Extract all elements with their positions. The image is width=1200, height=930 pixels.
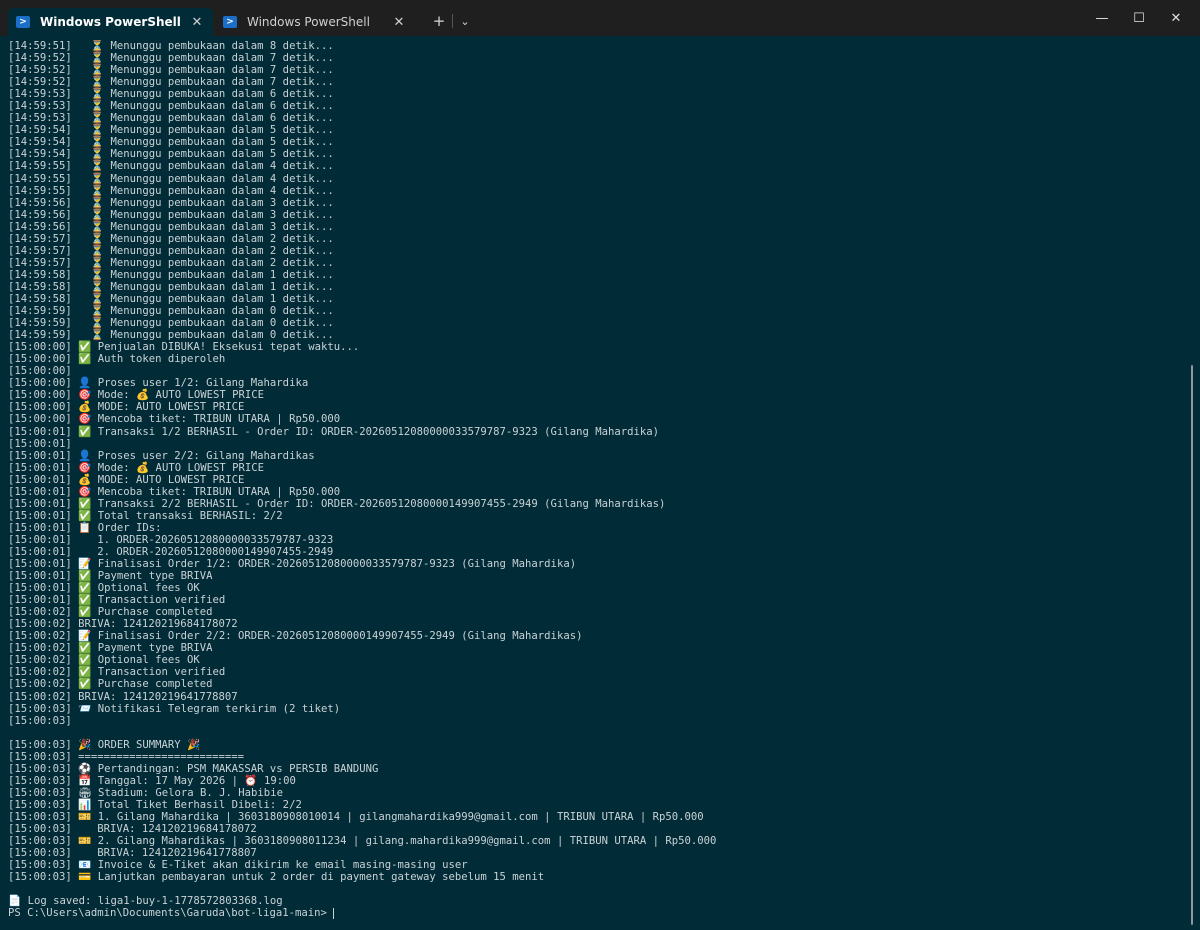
terminal-line: [15:00:01] ✅ Optional fees OK [8,582,200,595]
terminal-line: [15:00:01] 2. ORDER-20260512080000149907… [8,545,334,558]
terminal-line: [14:59:58] ⏳ Menunggu pembukaan dalam 1 … [8,268,334,281]
close-window-button[interactable]: ✕ [1153,0,1199,36]
terminal-line: [15:00:03] 🎉 ORDER SUMMARY 🎉 [8,738,201,751]
terminal-line: 📄 Log saved: liga1-buy-1-1778572803368.l… [8,895,283,908]
terminal-line: [15:00:00] 🎯 Mode: 💰 AUTO LOWEST PRICE [8,389,264,402]
terminal-line: [14:59:57] ⏳ Menunggu pembukaan dalam 2 … [8,244,334,257]
terminal-line: [15:00:01] 💰 MODE: AUTO LOWEST PRICE [8,473,245,486]
terminal-line: [15:00:00] ✅ Penjualan DIBUKA! Eksekusi … [8,341,360,354]
terminal-line: [15:00:01] 📋 Order IDs: [8,521,162,534]
terminal-line: [15:00:00] 💰 MODE: AUTO LOWEST PRICE [8,401,245,414]
prompt-line[interactable]: PS C:\Users\admin\Documents\Garuda\bot-l… [8,907,1183,919]
terminal-line: [15:00:03] 🏟 Stadium: Gelora B. J. Habib… [8,786,283,799]
terminal-line: [15:00:02] BRIVA: 124120219641778807 [8,690,238,703]
terminal-line: [14:59:59] ⏳ Menunggu pembukaan dalam 0 … [8,305,334,318]
terminal-line: [14:59:54] ⏳ Menunggu pembukaan dalam 5 … [8,136,334,149]
plus-icon[interactable]: + [428,10,450,32]
terminal-line: [15:00:03] [8,714,72,727]
terminal-line: [15:00:00] ✅ Auth token diperoleh [8,353,226,366]
terminal-line: [14:59:51] ⏳ Menunggu pembukaan dalam 8 … [8,40,334,52]
terminal-line: [15:00:01] [8,437,72,450]
terminal-line: [14:59:55] ⏳ Menunggu pembukaan dalam 4 … [8,160,334,173]
terminal-line: [15:00:03] ⚽ Pertandingan: PSM MAKASSAR … [8,762,379,775]
tab-label: Windows PowerShell [40,15,181,29]
terminal-line: [14:59:59] ⏳ Menunggu pembukaan dalam 0 … [8,317,334,330]
terminal-line: [15:00:01] 1. ORDER-20260512080000033579… [8,533,334,546]
scrollbar[interactable] [1191,365,1193,925]
terminal-line: [14:59:53] ⏳ Menunggu pembukaan dalam 6 … [8,100,334,113]
title-bar: > Windows PowerShell ✕ > Windows PowerSh… [0,0,1200,36]
terminal-line: [15:00:03] 📊 Total Tiket Berhasil Dibeli… [8,798,302,811]
terminal-line: [15:00:01] ✅ Transaksi 2/2 BERHASIL - Or… [8,497,666,510]
terminal-line: [15:00:02] ✅ Purchase completed [8,678,213,691]
terminal-line: [15:00:02] 📝 Finalisasi Order 2/2: ORDER… [8,630,583,643]
terminal-line: [15:00:01] 👤 Proses user 2/2: Gilang Mah… [8,449,315,462]
terminal-line: [14:59:52] ⏳ Menunggu pembukaan dalam 7 … [8,76,334,89]
terminal-line: [15:00:00] [8,365,72,378]
terminal-line: [15:00:01] ✅ Total transaksi BERHASIL: 2… [8,509,283,522]
terminal-line: [14:59:53] ⏳ Menunggu pembukaan dalam 6 … [8,112,334,125]
terminal-line: [14:59:58] ⏳ Menunggu pembukaan dalam 1 … [8,292,334,305]
terminal-line: [15:00:03] 💳 Lanjutkan pembayaran untuk … [8,871,545,884]
tab-label: Windows PowerShell [247,15,370,29]
terminal-line: [15:00:01] ✅ Payment type BRIVA [8,570,213,583]
terminal-line: [14:59:58] ⏳ Menunggu pembukaan dalam 1 … [8,280,334,293]
terminal-line: [15:00:03] BRIVA: 124120219684178072 [8,823,257,836]
cursor [333,907,335,919]
terminal-line: [15:00:00] 🎯 Mencoba tiket: TRIBUN UTARA… [8,413,341,426]
terminal-line: [15:00:01] 🎯 Mode: 💰 AUTO LOWEST PRICE [8,461,264,474]
close-icon[interactable]: ✕ [391,14,407,30]
terminal-output[interactable]: [14:59:51] ⏳ Menunggu pembukaan dalam 8 … [8,40,1183,928]
terminal-line: [15:00:01] 🎯 Mencoba tiket: TRIBUN UTARA… [8,485,341,498]
terminal-line: [14:59:57] ⏳ Menunggu pembukaan dalam 2 … [8,232,334,245]
terminal-line: [15:00:03] 📧 Invoice & E-Tiket akan diki… [8,859,468,872]
terminal-line: [14:59:54] ⏳ Menunggu pembukaan dalam 5 … [8,124,334,137]
terminal-line: [15:00:02] ✅ Purchase completed [8,606,213,619]
terminal-line: [15:00:03] 🎫 2. Gilang Mahardikas | 3603… [8,835,717,848]
terminal-line: [15:00:00] 👤 Proses user 1/2: Gilang Mah… [8,377,309,390]
terminal-line: [14:59:54] ⏳ Menunggu pembukaan dalam 5 … [8,148,334,161]
terminal-line: [15:00:01] ✅ Transaction verified [8,594,226,607]
terminal-line: [14:59:56] ⏳ Menunggu pembukaan dalam 3 … [8,196,334,209]
terminal-line: [14:59:56] ⏳ Menunggu pembukaan dalam 3 … [8,208,334,221]
chevron-down-icon[interactable]: ⌄ [454,10,476,32]
terminal-line: [15:00:03] 📅 Tanggal: 17 May 2026 | ⏰ 19… [8,774,296,787]
terminal-line: [15:00:01] ✅ Transaksi 1/2 BERHASIL - Or… [8,425,659,438]
terminal-line: [15:00:03] BRIVA: 124120219641778807 [8,847,257,860]
terminal-line: [15:00:02] BRIVA: 124120219684178072 [8,618,238,631]
tab-separator [452,14,453,28]
terminal-line: [14:59:55] ⏳ Menunggu pembukaan dalam 4 … [8,184,334,197]
tab-windows-powershell-1[interactable]: > Windows PowerShell ✕ [8,8,213,36]
terminal-line: [14:59:52] ⏳ Menunggu pembukaan dalam 7 … [8,52,334,65]
terminal-line: [15:00:02] ✅ Transaction verified [8,666,226,679]
tab-windows-powershell-2[interactable]: > Windows PowerShell ✕ [215,8,415,36]
terminal-line: [15:00:03] ========================== [8,750,244,763]
terminal-line: [14:59:55] ⏳ Menunggu pembukaan dalam 4 … [8,172,334,185]
terminal-line: [14:59:56] ⏳ Menunggu pembukaan dalam 3 … [8,220,334,233]
prompt-text: PS C:\Users\admin\Documents\Garuda\bot-l… [8,907,334,920]
terminal-line: [14:59:52] ⏳ Menunggu pembukaan dalam 7 … [8,64,334,77]
terminal-line: [15:00:02] ✅ Optional fees OK [8,654,200,667]
terminal-line: [15:00:02] ✅ Payment type BRIVA [8,642,213,655]
close-icon[interactable]: ✕ [189,14,205,30]
terminal-line: [14:59:53] ⏳ Menunggu pembukaan dalam 6 … [8,88,334,101]
powershell-icon: > [223,16,237,28]
terminal-line: [14:59:59] ⏳ Menunggu pembukaan dalam 0 … [8,329,334,342]
powershell-icon: > [16,16,30,28]
terminal-line: [15:00:01] 📝 Finalisasi Order 1/2: ORDER… [8,558,577,571]
terminal-line: [15:00:03] 📨 Notifikasi Telegram terkiri… [8,702,341,715]
terminal-line: [14:59:57] ⏳ Menunggu pembukaan dalam 2 … [8,256,334,269]
terminal-line: [15:00:03] 🎫 1. Gilang Mahardika | 36031… [8,811,704,823]
